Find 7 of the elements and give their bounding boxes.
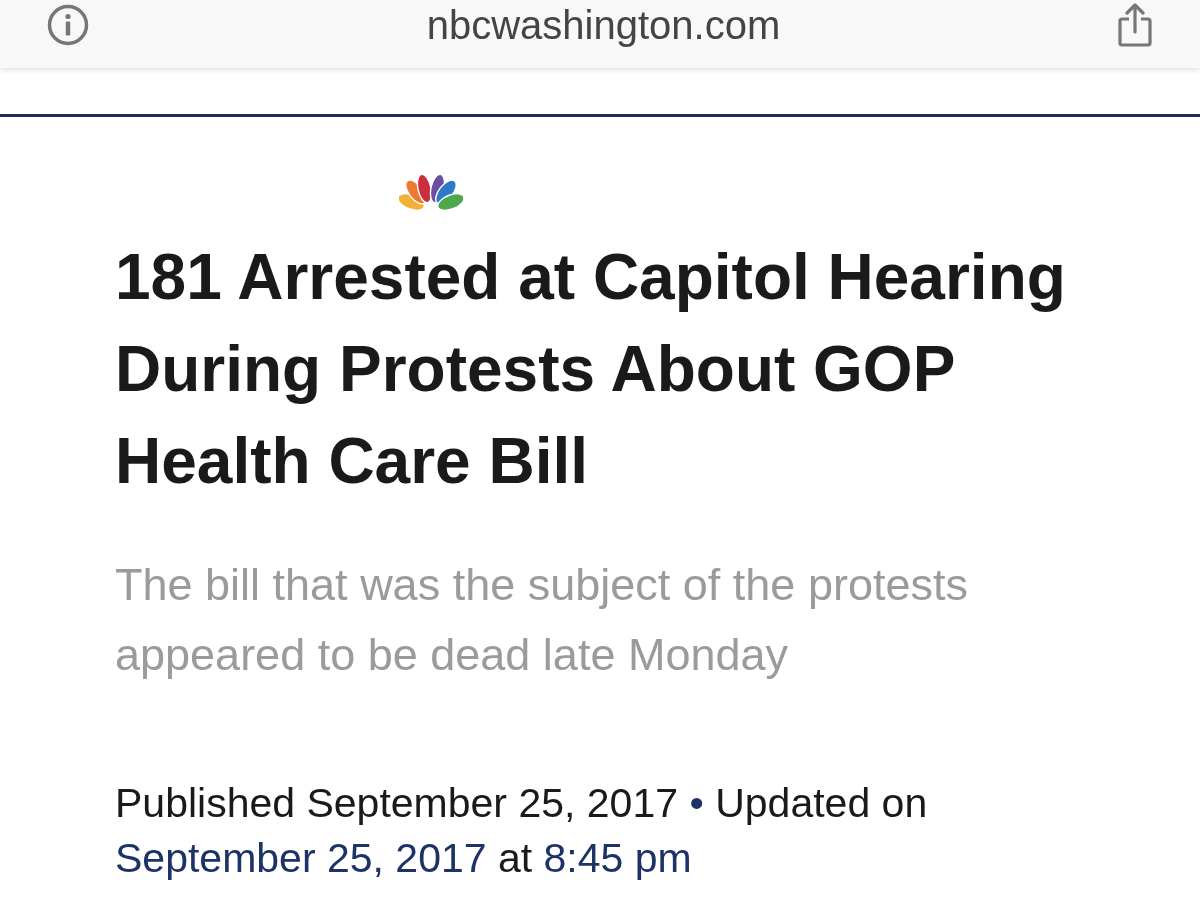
publish-info-text: Published September 25, 2017 • Updated on September 25, 2017 at 8:45 pm [115, 779, 929, 883]
share-icon[interactable] [1118, 3, 1152, 47]
article-subheadline: The bill that was the subject of the protests appeared to be dead late Monday [115, 558, 969, 682]
info-icon[interactable] [47, 4, 89, 46]
article-headline: 181 Arrested at Capitol Hearing During Protests About GOP Health Care Bill [115, 240, 1067, 499]
peacock-logo [399, 173, 463, 211]
url-text[interactable]: nbcwashington.com [426, 5, 781, 45]
